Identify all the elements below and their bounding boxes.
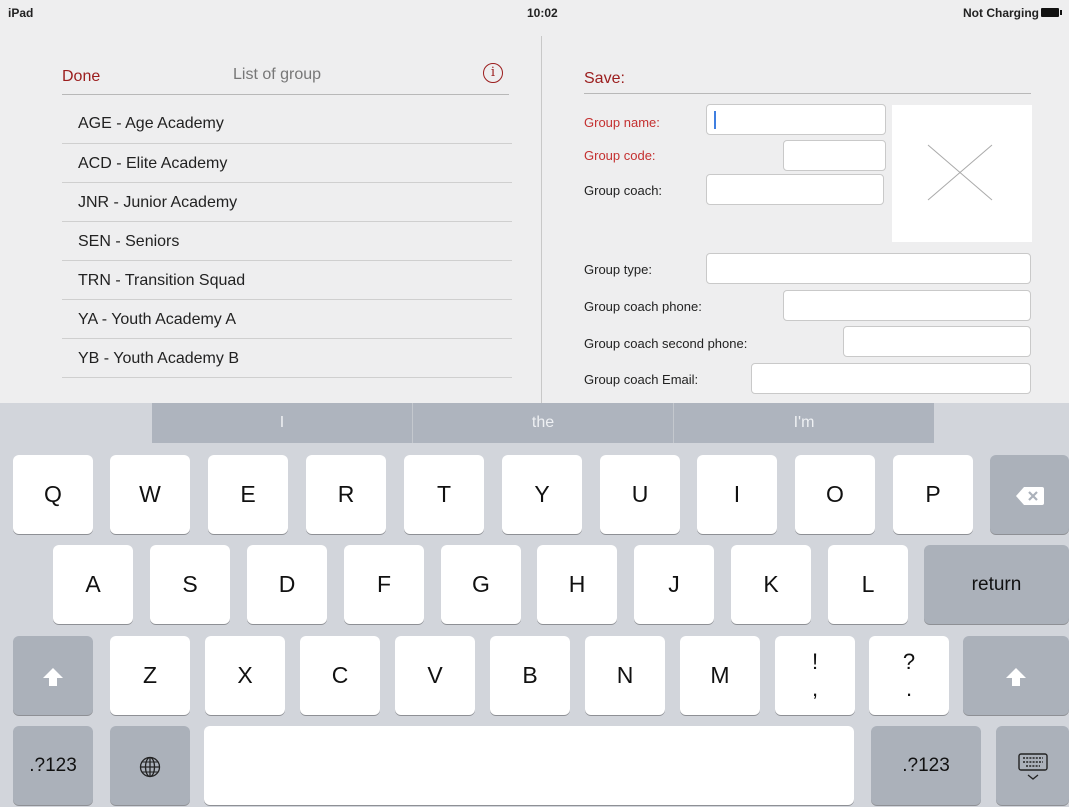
shift-icon [1006,667,1026,686]
text-cursor [714,111,716,129]
shift-key-left[interactable] [13,636,93,715]
key-question-period[interactable]: ? . [869,636,949,715]
group-row[interactable]: ACD - Elite Academy [62,144,512,183]
key-g[interactable]: G [441,545,521,624]
numbers-key-left[interactable]: .?123 [13,726,93,805]
group-list: AGE - Age Academy ACD - Elite Academy JN… [62,104,512,378]
key-bottom-char: . [905,676,913,701]
key-b[interactable]: B [490,636,570,715]
group-code-field[interactable] [783,140,886,171]
globe-key[interactable] [110,726,190,805]
device-name: iPad [8,6,34,20]
image-placeholder-icon [927,144,993,201]
group-coach-label: Group coach: [584,183,663,198]
key-bottom-char: , [811,676,819,701]
key-i[interactable]: I [697,455,777,534]
group-name-label: Group name: [584,115,660,130]
save-button[interactable]: Save: [584,70,625,88]
hide-keyboard-key[interactable] [996,726,1069,805]
key-k[interactable]: K [731,545,811,624]
info-icon[interactable]: i [483,63,503,83]
list-header: Done List of group i [62,62,509,95]
group-row[interactable]: TRN - Transition Squad [62,261,512,300]
keyboard-dismiss-icon [1017,753,1048,780]
coach-email-field[interactable] [751,363,1031,394]
group-row[interactable]: AGE - Age Academy [62,104,512,144]
shift-icon [43,667,63,686]
numbers-key-right[interactable]: .?123 [871,726,981,805]
done-button[interactable]: Done [62,68,100,86]
key-c[interactable]: C [300,636,380,715]
space-key[interactable] [204,726,854,805]
coach-second-phone-label: Group coach second phone: [584,336,748,351]
onscreen-keyboard: I the I'm Q W E R T Y U I O P A S D F G … [0,403,1069,807]
key-v[interactable]: V [395,636,475,715]
shift-key-right[interactable] [963,636,1069,715]
suggestion-bar: I the I'm [152,403,934,443]
key-d[interactable]: D [247,545,327,624]
group-row[interactable]: SEN - Seniors [62,222,512,261]
group-type-field[interactable] [706,253,1031,284]
group-row[interactable]: YB - Youth Academy B [62,339,512,378]
key-x[interactable]: X [205,636,285,715]
form-header: Save: [584,62,1031,94]
group-photo-placeholder[interactable] [892,105,1032,242]
globe-icon [139,756,161,778]
key-n[interactable]: N [585,636,665,715]
suggestion-item[interactable]: the [412,403,673,443]
key-l[interactable]: L [828,545,908,624]
pane-divider [541,36,542,403]
group-type-label: Group type: [584,262,652,277]
coach-email-label: Group coach Email: [584,372,699,387]
key-e[interactable]: E [208,455,288,534]
key-f[interactable]: F [344,545,424,624]
group-row[interactable]: JNR - Junior Academy [62,183,512,222]
key-top-char: ! [811,649,819,674]
charging-status: Not Charging [963,6,1039,20]
backspace-icon [1015,486,1044,505]
coach-second-phone-field[interactable] [843,326,1031,357]
coach-phone-field[interactable] [783,290,1031,321]
key-w[interactable]: W [110,455,190,534]
key-top-char: ? [902,649,916,674]
key-a[interactable]: A [53,545,133,624]
list-title: List of group [233,66,322,83]
key-r[interactable]: R [306,455,386,534]
key-m[interactable]: M [680,636,760,715]
key-u[interactable]: U [600,455,680,534]
status-bar: iPad 10:02 Not Charging [0,0,1069,22]
battery-icon [1041,8,1062,17]
coach-phone-label: Group coach phone: [584,299,702,314]
key-t[interactable]: T [404,455,484,534]
group-code-label: Group code: [584,148,656,163]
key-j[interactable]: J [634,545,714,624]
group-coach-field[interactable] [706,174,884,205]
key-o[interactable]: O [795,455,875,534]
group-name-field[interactable] [706,104,886,135]
backspace-key[interactable] [990,455,1069,534]
key-q[interactable]: Q [13,455,93,534]
key-p[interactable]: P [893,455,973,534]
clock: 10:02 [527,6,558,20]
key-exclaim-comma[interactable]: ! , [775,636,855,715]
key-y[interactable]: Y [502,455,582,534]
group-row[interactable]: YA - Youth Academy A [62,300,512,339]
suggestion-item[interactable]: I [152,403,412,443]
key-h[interactable]: H [537,545,617,624]
return-key[interactable]: return [924,545,1069,624]
key-s[interactable]: S [150,545,230,624]
key-z[interactable]: Z [110,636,190,715]
suggestion-item[interactable]: I'm [673,403,934,443]
